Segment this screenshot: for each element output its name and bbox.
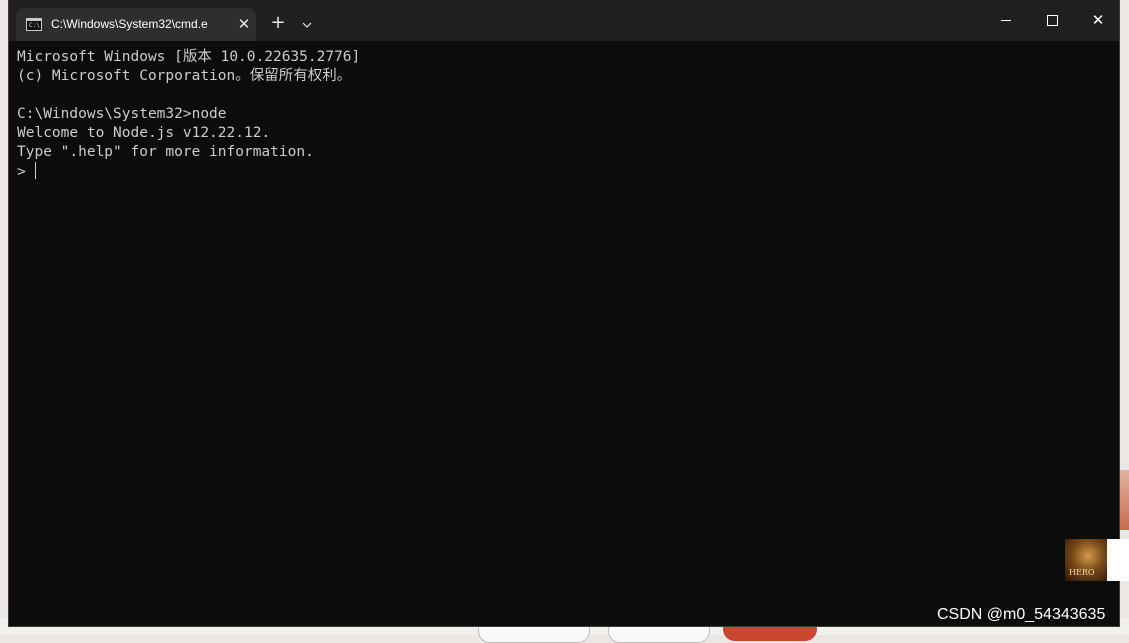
avatar-text: HERO [1069,568,1095,577]
maximize-icon [1046,15,1058,26]
terminal-window: C:\ C:\Windows\System32\cmd.e ✕ + ✕ Micr… [8,0,1120,627]
chevron-down-icon [302,22,312,28]
terminal-line: Welcome to Node.js v12.22.12. [17,125,271,141]
tab-cmd[interactable]: C:\ C:\Windows\System32\cmd.e ✕ [16,8,256,41]
terminal-line: C:\Windows\System32>node [17,106,227,122]
avatar[interactable]: HERO [1065,539,1107,581]
background-edge [1120,470,1129,530]
terminal-output[interactable]: Microsoft Windows [版本 10.0.22635.2776] (… [9,48,1119,181]
title-bar[interactable]: C:\ C:\Windows\System32\cmd.e ✕ + ✕ [9,0,1119,41]
terminal-line: Microsoft Windows [版本 10.0.22635.2776] [17,49,361,65]
terminal-line: (c) Microsoft Corporation。保留所有权利。 [17,68,352,84]
new-tab-button[interactable]: + [265,12,291,36]
maximize-button[interactable] [1029,0,1075,41]
terminal-prompt-line[interactable]: > [17,162,1119,181]
close-button[interactable]: ✕ [1075,0,1121,41]
tab-dropdown-button[interactable] [296,12,318,36]
cmd-icon-text: C:\ [29,22,40,29]
text-cursor [35,162,37,179]
minimize-icon [1001,20,1011,21]
cmd-icon: C:\ [26,18,42,31]
tab-close-icon[interactable]: ✕ [234,14,254,34]
minimize-button[interactable] [983,0,1029,41]
watermark: CSDN @m0_54343635 [937,606,1106,623]
prompt: > [17,164,35,180]
overlay-panel [1107,539,1129,581]
tab-title: C:\Windows\System32\cmd.e [51,17,208,31]
terminal-line: Type ".help" for more information. [17,144,314,160]
close-icon: ✕ [1091,11,1105,29]
